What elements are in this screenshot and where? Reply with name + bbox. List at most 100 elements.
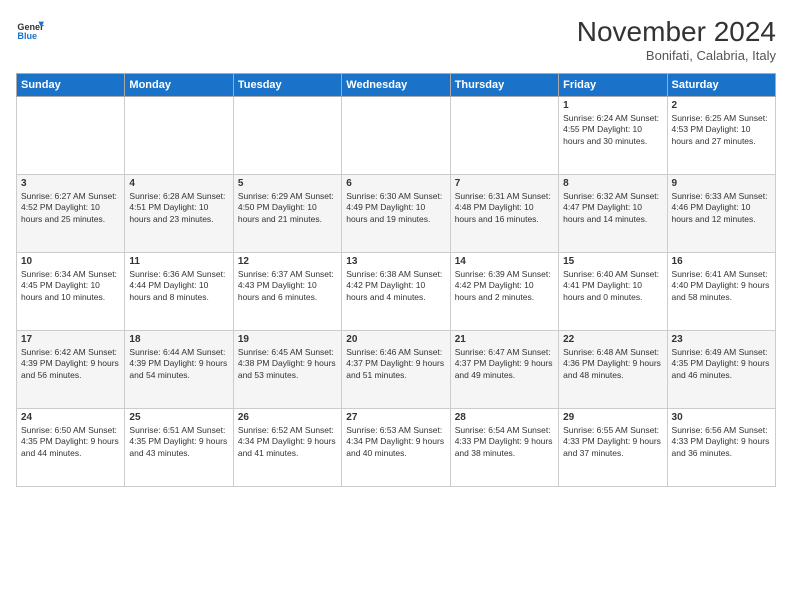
calendar-cell: 25Sunrise: 6:51 AM Sunset: 4:35 PM Dayli… (125, 409, 233, 487)
day-number: 7 (455, 178, 554, 189)
day-number: 11 (129, 256, 228, 267)
svg-text:Blue: Blue (17, 31, 37, 41)
day-number: 29 (563, 412, 662, 423)
calendar-cell: 29 Sunrise: 6:55 AM Sunset: 4:33 PM Dayli… (559, 409, 667, 487)
calendar-cell: 9 Sunrise: 6:33 AM Sunset: 4:46 PM Daylig… (667, 175, 775, 253)
day-number: 14 (455, 256, 554, 267)
subtitle: Bonifati, Calabria, Italy (577, 48, 776, 63)
cell-info: Sunrise: 6:49 AM Sunset: 4:35 PM Dayligh… (672, 347, 771, 381)
day-number: 27 (346, 412, 445, 423)
calendar-cell: 30 Sunrise: 6:56 AM Sunset: 4:33 PM Dayli… (667, 409, 775, 487)
calendar-cell: 20 Sunrise: 6:46 AM Sunset: 4:37 PM Dayli… (342, 331, 450, 409)
calendar-cell: 13 Sunrise: 6:38 AM Sunset: 4:42 PM Dayli… (342, 253, 450, 331)
calendar-cell: 15Sunrise: 6:40 AM Sunset: 4:41 PM Dayli… (559, 253, 667, 331)
day-number: 4 (129, 178, 228, 189)
cell-info: Sunrise: 6:40 AM Sunset: 4:41 PM Dayligh… (563, 269, 662, 303)
calendar-cell: 22 Sunrise: 6:48 AM Sunset: 4:36 PM Dayli… (559, 331, 667, 409)
day-number: 12 (238, 256, 337, 267)
cell-info: Sunrise: 6:46 AM Sunset: 4:37 PM Dayligh… (346, 347, 445, 381)
calendar-table: SundayMondayTuesdayWednesdayThursdayFrid… (16, 73, 776, 487)
col-header-friday: Friday (559, 74, 667, 97)
calendar-cell (342, 97, 450, 175)
cell-info: Sunrise: 6:31 AM Sunset: 4:48 PM Dayligh… (455, 191, 554, 225)
day-number: 20 (346, 334, 445, 345)
calendar-cell: 5 Sunrise: 6:29 AM Sunset: 4:50 PM Daylig… (233, 175, 341, 253)
cell-info: Sunrise: 6:45 AM Sunset: 4:38 PM Dayligh… (238, 347, 337, 381)
day-number: 21 (455, 334, 554, 345)
calendar-cell (17, 97, 125, 175)
cell-info: Sunrise: 6:48 AM Sunset: 4:36 PM Dayligh… (563, 347, 662, 381)
day-number: 3 (21, 178, 120, 189)
day-number: 6 (346, 178, 445, 189)
week-row-0: 1 Sunrise: 6:24 AM Sunset: 4:55 PM Daylig… (17, 97, 776, 175)
day-number: 26 (238, 412, 337, 423)
cell-info: Sunrise: 6:42 AM Sunset: 4:39 PM Dayligh… (21, 347, 120, 381)
cell-info: Sunrise: 6:32 AM Sunset: 4:47 PM Dayligh… (563, 191, 662, 225)
calendar-cell: 14 Sunrise: 6:39 AM Sunset: 4:42 PM Dayli… (450, 253, 558, 331)
day-number: 5 (238, 178, 337, 189)
calendar-cell: 2Sunrise: 6:25 AM Sunset: 4:53 PM Daylig… (667, 97, 775, 175)
day-number: 13 (346, 256, 445, 267)
day-number: 22 (563, 334, 662, 345)
header-row: SundayMondayTuesdayWednesdayThursdayFrid… (17, 74, 776, 97)
title-block: November 2024 Bonifati, Calabria, Italy (577, 16, 776, 63)
day-number: 16 (672, 256, 771, 267)
calendar-cell: 12 Sunrise: 6:37 AM Sunset: 4:43 PM Dayli… (233, 253, 341, 331)
day-number: 18 (129, 334, 228, 345)
calendar-cell (233, 97, 341, 175)
day-number: 28 (455, 412, 554, 423)
week-row-2: 10Sunrise: 6:34 AM Sunset: 4:45 PM Dayli… (17, 253, 776, 331)
day-number: 10 (21, 256, 120, 267)
cell-info: Sunrise: 6:38 AM Sunset: 4:42 PM Dayligh… (346, 269, 445, 303)
calendar-cell: 16 Sunrise: 6:41 AM Sunset: 4:40 PM Dayli… (667, 253, 775, 331)
day-number: 30 (672, 412, 771, 423)
calendar-cell: 18 Sunrise: 6:44 AM Sunset: 4:39 PM Dayli… (125, 331, 233, 409)
week-row-1: 3Sunrise: 6:27 AM Sunset: 4:52 PM Daylig… (17, 175, 776, 253)
cell-info: Sunrise: 6:41 AM Sunset: 4:40 PM Dayligh… (672, 269, 771, 303)
calendar-cell: 26Sunrise: 6:52 AM Sunset: 4:34 PM Dayli… (233, 409, 341, 487)
cell-info: Sunrise: 6:36 AM Sunset: 4:44 PM Dayligh… (129, 269, 228, 303)
cell-info: Sunrise: 6:39 AM Sunset: 4:42 PM Dayligh… (455, 269, 554, 303)
calendar-cell: 21 Sunrise: 6:47 AM Sunset: 4:37 PM Dayli… (450, 331, 558, 409)
calendar-cell: 8 Sunrise: 6:32 AM Sunset: 4:47 PM Daylig… (559, 175, 667, 253)
calendar-cell: 1 Sunrise: 6:24 AM Sunset: 4:55 PM Daylig… (559, 97, 667, 175)
day-number: 1 (563, 100, 662, 111)
cell-info: Sunrise: 6:29 AM Sunset: 4:50 PM Dayligh… (238, 191, 337, 225)
cell-info: Sunrise: 6:24 AM Sunset: 4:55 PM Dayligh… (563, 113, 662, 147)
calendar-cell: 19Sunrise: 6:45 AM Sunset: 4:38 PM Dayli… (233, 331, 341, 409)
week-row-4: 24Sunrise: 6:50 AM Sunset: 4:35 PM Dayli… (17, 409, 776, 487)
cell-info: Sunrise: 6:25 AM Sunset: 4:53 PM Dayligh… (672, 113, 771, 147)
logo-icon: General Blue (16, 16, 44, 44)
col-header-thursday: Thursday (450, 74, 558, 97)
calendar-cell: 6 Sunrise: 6:30 AM Sunset: 4:49 PM Daylig… (342, 175, 450, 253)
day-number: 23 (672, 334, 771, 345)
calendar-cell: 11 Sunrise: 6:36 AM Sunset: 4:44 PM Dayli… (125, 253, 233, 331)
calendar-cell: 28Sunrise: 6:54 AM Sunset: 4:33 PM Dayli… (450, 409, 558, 487)
calendar-cell: 23 Sunrise: 6:49 AM Sunset: 4:35 PM Dayli… (667, 331, 775, 409)
header: General Blue November 2024 Bonifati, Cal… (16, 16, 776, 63)
calendar-cell: 24Sunrise: 6:50 AM Sunset: 4:35 PM Dayli… (17, 409, 125, 487)
day-number: 17 (21, 334, 120, 345)
col-header-monday: Monday (125, 74, 233, 97)
logo: General Blue (16, 16, 44, 44)
cell-info: Sunrise: 6:33 AM Sunset: 4:46 PM Dayligh… (672, 191, 771, 225)
page: General Blue November 2024 Bonifati, Cal… (0, 0, 792, 612)
cell-info: Sunrise: 6:30 AM Sunset: 4:49 PM Dayligh… (346, 191, 445, 225)
calendar-cell: 17 Sunrise: 6:42 AM Sunset: 4:39 PM Dayli… (17, 331, 125, 409)
calendar-cell: 10Sunrise: 6:34 AM Sunset: 4:45 PM Dayli… (17, 253, 125, 331)
cell-info: Sunrise: 6:37 AM Sunset: 4:43 PM Dayligh… (238, 269, 337, 303)
cell-info: Sunrise: 6:55 AM Sunset: 4:33 PM Dayligh… (563, 425, 662, 459)
day-number: 8 (563, 178, 662, 189)
cell-info: Sunrise: 6:44 AM Sunset: 4:39 PM Dayligh… (129, 347, 228, 381)
col-header-wednesday: Wednesday (342, 74, 450, 97)
main-title: November 2024 (577, 16, 776, 48)
day-number: 25 (129, 412, 228, 423)
cell-info: Sunrise: 6:53 AM Sunset: 4:34 PM Dayligh… (346, 425, 445, 459)
day-number: 9 (672, 178, 771, 189)
cell-info: Sunrise: 6:47 AM Sunset: 4:37 PM Dayligh… (455, 347, 554, 381)
calendar-cell: 4Sunrise: 6:28 AM Sunset: 4:51 PM Daylig… (125, 175, 233, 253)
week-row-3: 17 Sunrise: 6:42 AM Sunset: 4:39 PM Dayli… (17, 331, 776, 409)
col-header-saturday: Saturday (667, 74, 775, 97)
cell-info: Sunrise: 6:56 AM Sunset: 4:33 PM Dayligh… (672, 425, 771, 459)
calendar-cell: 7 Sunrise: 6:31 AM Sunset: 4:48 PM Daylig… (450, 175, 558, 253)
